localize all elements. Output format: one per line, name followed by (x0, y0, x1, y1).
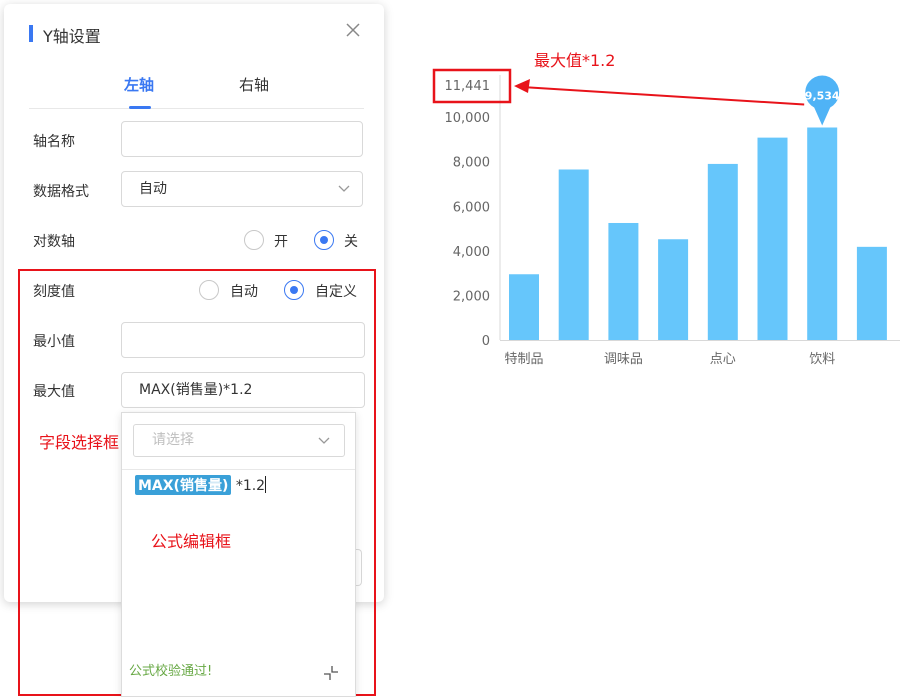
annotation-formula-editor: 公式编辑框 (151, 532, 232, 551)
x-tick-label: 点心 (710, 352, 736, 367)
y-tick-label: 11,441 (445, 79, 491, 94)
data-format-value: 自动 (139, 181, 167, 197)
formula-field-chip[interactable]: MAX(销售量) (135, 475, 232, 495)
log-axis-on-label: 开 (274, 234, 288, 250)
validation-message: 公式校验通过! (129, 664, 213, 679)
popup-divider (122, 469, 355, 470)
y-tick-label: 2,000 (453, 289, 490, 304)
axis-name-label: 轴名称 (33, 134, 75, 150)
bar (558, 169, 589, 340)
annotation-field-select: 字段选择框 (39, 433, 120, 452)
highlight-value-label: 9,534 (805, 90, 840, 103)
bar (658, 239, 689, 340)
text-cursor (265, 476, 267, 493)
bar (509, 274, 539, 340)
close-icon[interactable] (343, 22, 363, 42)
log-axis-label: 对数轴 (33, 234, 75, 250)
title-accent-bar (29, 25, 33, 42)
bar-chart: 0 2,000 4,000 6,000 8,000 10,000 11,441 特制品 调味品 点… (430, 40, 900, 380)
data-format-label: 数据格式 (33, 184, 89, 200)
data-format-select[interactable]: 自动 (121, 171, 363, 207)
chevron-down-icon (318, 437, 330, 444)
bar-chart-svg: 0 2,000 4,000 6,000 8,000 10,000 11,441 特制品 调味品 点… (432, 68, 900, 367)
annotation-max-value: 最大值*1.2 (534, 51, 616, 70)
y-tick-label: 4,000 (453, 245, 490, 260)
bar (608, 222, 639, 340)
formula-operator-text: *1.2 (235, 478, 266, 494)
y-tick-label: 6,000 (453, 200, 490, 215)
formula-editor[interactable]: MAX(销售量) *1.2 (135, 475, 267, 495)
log-axis-off-radio[interactable] (314, 230, 334, 250)
tab-left-axis[interactable]: 左轴 (124, 74, 154, 95)
y-tick-label: 0 (482, 334, 490, 349)
y-tick-label: 10,000 (445, 111, 491, 126)
log-axis-off-label: 关 (344, 234, 358, 250)
annotation-arrow-head (514, 79, 530, 93)
bar (856, 246, 887, 340)
x-tick-label: 调味品 (604, 352, 643, 367)
dialog-title: Y轴设置 (43, 27, 101, 46)
bar (807, 127, 838, 340)
active-tab-indicator (129, 106, 151, 109)
x-tick-label: 饮料 (809, 352, 835, 367)
x-tick-label: 特制品 (504, 352, 543, 367)
formula-editor-popup: 请选择 MAX(销售量) *1.2 公式编辑框 公式校验通过! (121, 412, 356, 697)
y-tick-label: 8,000 (453, 156, 490, 171)
field-select-dropdown[interactable]: 请选择 (133, 424, 345, 457)
bar (707, 163, 738, 340)
bar (757, 137, 788, 340)
tab-divider (29, 108, 364, 109)
tab-right-axis[interactable]: 右轴 (239, 74, 269, 95)
collapse-icon[interactable] (323, 665, 339, 681)
field-select-placeholder: 请选择 (152, 432, 194, 448)
chevron-down-icon (338, 185, 350, 192)
axis-name-input[interactable] (121, 121, 363, 157)
log-axis-on-radio[interactable] (244, 230, 264, 250)
annotation-arrow-line (521, 86, 805, 106)
